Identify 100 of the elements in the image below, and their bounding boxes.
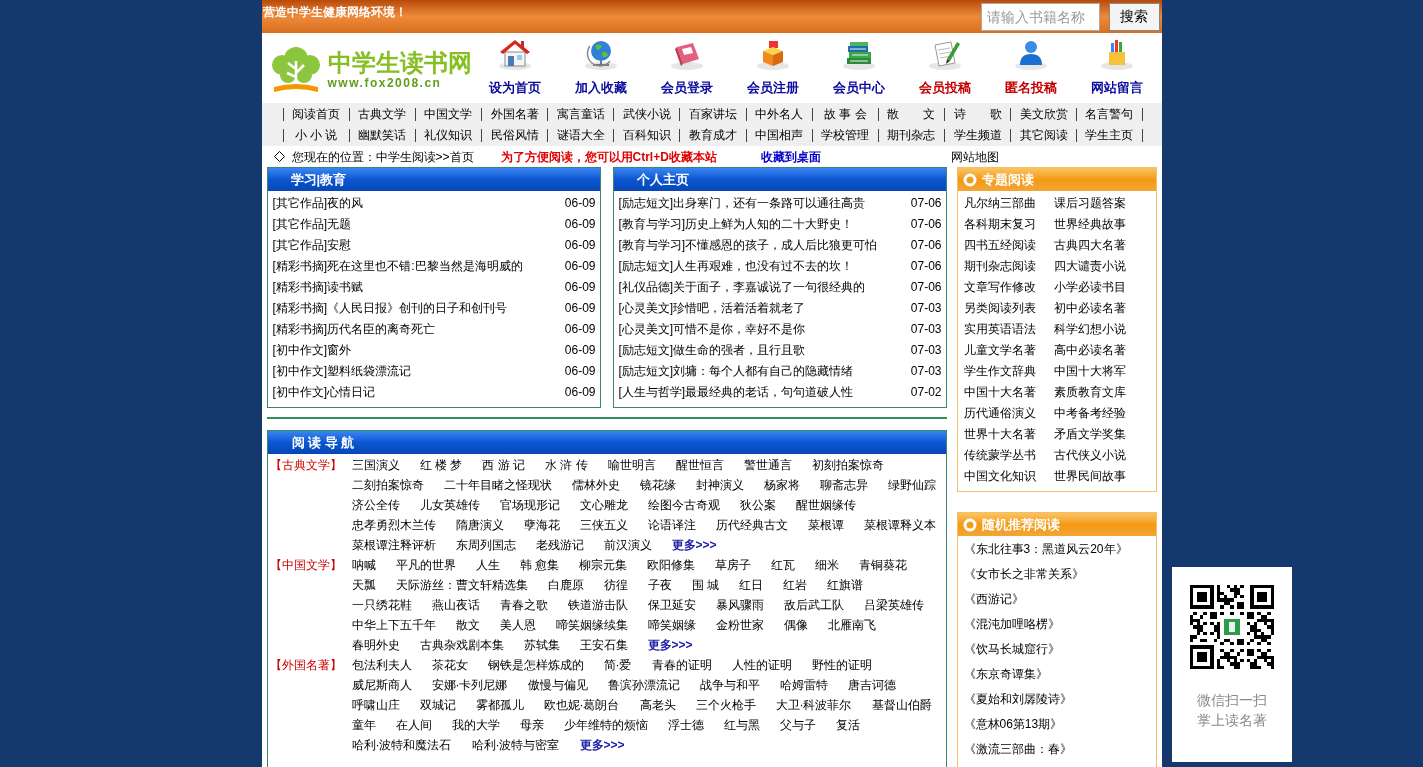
book-link[interactable]: 欧阳修集 (646, 555, 695, 575)
article-link[interactable]: [心灵美文]珍惜吧，活着活着就老了 (618, 298, 806, 317)
book-link[interactable]: 童年 (351, 715, 376, 735)
article-link[interactable]: [其它作品]无题 (272, 214, 352, 233)
recommended-link[interactable]: 《夏始和刘孱陵诗》 (963, 689, 1072, 708)
topic-link[interactable]: 矛盾文学奖集 (1053, 424, 1126, 443)
book-link[interactable]: 菜根谭 (807, 515, 844, 535)
topic-link[interactable]: 课后习题答案 (1053, 193, 1126, 212)
book-link[interactable]: 警世通言 (743, 455, 792, 475)
sitemap-link[interactable]: 网站地图 (950, 147, 999, 166)
book-link[interactable]: 红岩 (782, 575, 807, 595)
book-link[interactable]: 杨家将 (763, 475, 800, 495)
book-link[interactable]: 红旗谱 (826, 575, 863, 595)
topic-link[interactable]: 世界经典故事 (1053, 214, 1126, 233)
nav-link[interactable]: 小 小 说 (294, 129, 338, 142)
book-link[interactable]: 简·爱 (603, 655, 632, 675)
search-field[interactable]: 请输入书籍名称 (980, 2, 1100, 31)
book-link[interactable]: 少年维特的烦恼 (563, 715, 648, 735)
nav-link[interactable]: 散 文 (887, 108, 936, 121)
topic-link[interactable]: 世界十大名著 (963, 424, 1036, 443)
book-link[interactable]: 绘图今古奇观 (647, 495, 720, 515)
book-link[interactable]: 茶花女 (431, 655, 468, 675)
book-link[interactable]: 在人间 (395, 715, 432, 735)
nav-link[interactable]: 故 事 会 (823, 108, 867, 121)
book-link[interactable]: 天际游丝：曹文轩精选集 (395, 575, 528, 595)
book-link[interactable]: 野性的证明 (811, 655, 872, 675)
article-link[interactable]: [励志短文]人生再艰难，也没有过不去的坎！ (618, 256, 854, 275)
article-link[interactable]: [教育与学习]不懂感恩的孩子，成人后比狼更可怕 (618, 235, 878, 254)
article-link[interactable]: [励志短文]出身寒门，还有一条路可以通往高贵 (618, 193, 866, 212)
topic-link[interactable]: 中国文化知识 (963, 466, 1036, 485)
nav-link[interactable]: 百家讲坛 (689, 108, 737, 121)
topic-link[interactable]: 文章写作修改 (963, 277, 1036, 296)
book-link[interactable]: 狄公案 (739, 495, 776, 515)
article-link[interactable]: [初中作文]塑料纸袋漂流记 (272, 361, 412, 380)
book-link[interactable]: 啼笑姻缘续集 (555, 615, 628, 635)
book-link[interactable]: 聊斋志异 (819, 475, 868, 495)
article-link[interactable]: [心灵美文]可惜不是你，幸好不是你 (618, 319, 806, 338)
book-link[interactable]: 铁道游击队 (567, 595, 628, 615)
book-link[interactable]: 青春之歌 (499, 595, 548, 615)
book-link[interactable]: 镜花缘 (639, 475, 676, 495)
book-link[interactable]: 天瓢 (351, 575, 376, 595)
book-link[interactable]: 西 游 记 (482, 455, 525, 475)
category-link[interactable]: 【古典文学】 (269, 455, 342, 475)
book-link[interactable]: 唐吉诃德 (847, 675, 896, 695)
book-link[interactable]: 彷徨 (603, 575, 628, 595)
header-link[interactable]: 设为首页 (488, 33, 541, 103)
book-link[interactable]: 细米 (814, 555, 839, 575)
book-link[interactable]: 草房子 (714, 555, 751, 575)
nav-link[interactable]: 外国名著 (490, 108, 539, 121)
topic-link[interactable]: 历代通俗演义 (963, 403, 1036, 422)
book-link[interactable]: 母亲 (519, 715, 544, 735)
category-link[interactable]: 【中国文学】 (269, 555, 342, 575)
book-link[interactable]: 北雁南飞 (827, 615, 876, 635)
nav-link[interactable]: 名言警句 (1085, 108, 1134, 121)
header-link[interactable]: 会员中心 (832, 33, 885, 103)
nav-link[interactable]: 古典文学 (358, 108, 407, 121)
book-link[interactable]: 水 浒 传 (544, 455, 588, 475)
recommended-link[interactable]: 《混沌加哩咯楞》 (963, 614, 1060, 633)
desktop-shortcut-link[interactable]: 收藏到桌面 (760, 147, 821, 166)
book-link[interactable]: 历代经典古文 (715, 515, 788, 535)
book-link[interactable]: 金粉世家 (715, 615, 764, 635)
book-link[interactable]: 我的大学 (451, 715, 500, 735)
book-link[interactable]: 菜根谭释义本 (863, 515, 936, 535)
header-link[interactable]: 会员投稿 (918, 33, 971, 103)
book-link[interactable]: 文心雕龙 (579, 495, 628, 515)
book-link[interactable]: 偶像 (783, 615, 808, 635)
header-link[interactable]: 会员注册 (746, 33, 799, 103)
topic-link[interactable]: 四大谴责小说 (1053, 256, 1126, 275)
nav-link[interactable]: 学生频道 (953, 129, 1002, 142)
book-link[interactable]: 呼啸山庄 (351, 695, 400, 715)
book-link[interactable]: 白鹿原 (547, 575, 584, 595)
nav-link[interactable]: 美文欣赏 (1019, 108, 1068, 121)
book-link[interactable]: 哈姆雷特 (779, 675, 828, 695)
book-link[interactable]: 前汉演义 (603, 535, 652, 555)
book-link[interactable]: 复活 (835, 715, 860, 735)
book-link[interactable]: 人性的证明 (731, 655, 792, 675)
book-link[interactable]: 柳宗元集 (578, 555, 627, 575)
nav-link[interactable]: 谜语大全 (556, 129, 605, 142)
article-link[interactable]: [礼仪品德]关于面子，李嘉诚说了一句很经典的 (618, 277, 866, 296)
more-link[interactable]: 更多>>> (579, 735, 625, 755)
book-link[interactable]: 鲁滨孙漂流记 (607, 675, 680, 695)
recommended-link[interactable]: 《饮马长城窟行》 (963, 639, 1060, 658)
topic-link[interactable]: 初中必读名著 (1053, 298, 1126, 317)
book-link[interactable]: 啼笑姻缘 (647, 615, 696, 635)
book-link[interactable]: 东周列国志 (455, 535, 516, 555)
book-link[interactable]: 红瓦 (770, 555, 795, 575)
article-link[interactable]: [人生与哲学]最最经典的老话，句句道破人性 (618, 382, 854, 401)
topic-link[interactable]: 科学幻想小说 (1053, 319, 1126, 338)
nav-link[interactable]: 期刊杂志 (887, 129, 936, 142)
more-link[interactable]: 更多>>> (671, 535, 717, 555)
article-link[interactable]: [精彩书摘]读书赋 (272, 277, 364, 296)
book-link[interactable]: 父与子 (779, 715, 816, 735)
book-link[interactable]: 菜根谭注释评析 (351, 535, 436, 555)
article-link[interactable]: [精彩书摘]《人民日报》创刊的日子和创刊号 (272, 298, 508, 317)
topic-link[interactable]: 中国十大名著 (963, 382, 1036, 401)
book-link[interactable]: 燕山夜话 (431, 595, 480, 615)
topic-link[interactable]: 期刊杂志阅读 (963, 256, 1036, 275)
nav-link[interactable]: 中国文学 (424, 108, 473, 121)
book-link[interactable]: 中华上下五千年 (351, 615, 436, 635)
nav-link[interactable]: 诗 歌 (953, 108, 1002, 121)
